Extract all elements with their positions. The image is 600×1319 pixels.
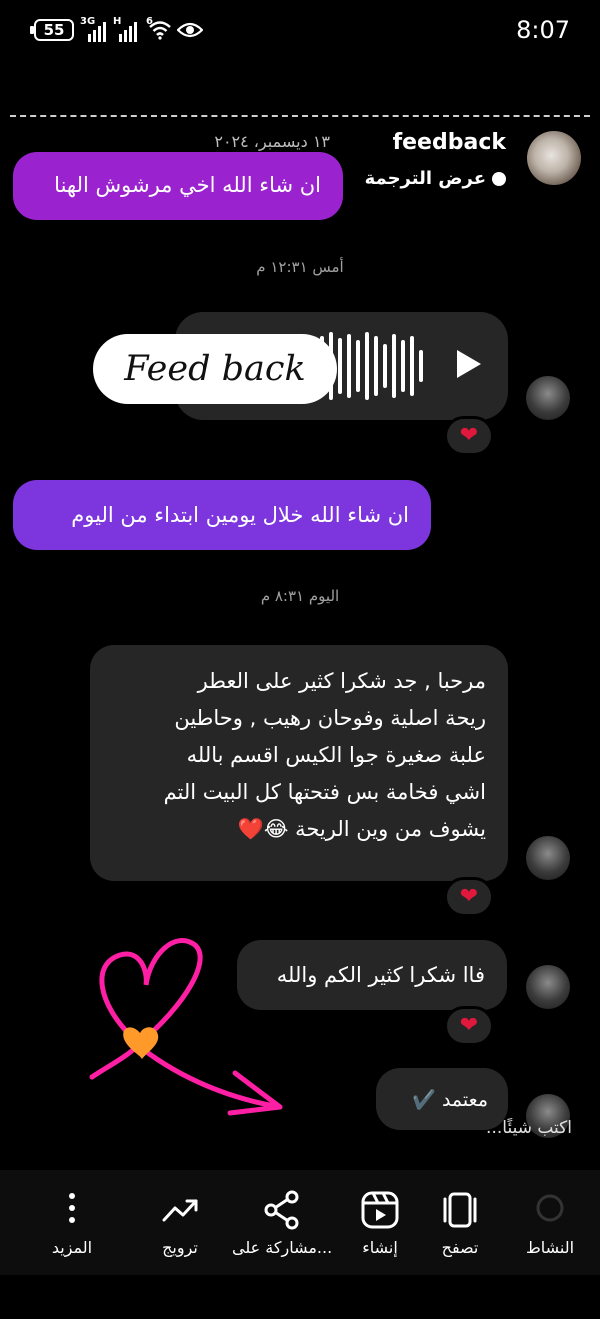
nav-more[interactable]: المزيد xyxy=(22,1188,122,1257)
signal-icon xyxy=(88,16,108,42)
reels-icon xyxy=(361,1191,399,1229)
speech-bubble-icon xyxy=(492,171,506,186)
battery-tip xyxy=(30,26,34,34)
message-line: يشوف من وين الريحة 😂❤️ xyxy=(237,817,486,841)
sender-avatar[interactable] xyxy=(526,965,570,1009)
feedback-sticker: Feed back xyxy=(93,334,337,404)
share-icon xyxy=(264,1190,299,1230)
reaction-heart-badge[interactable]: ❤ xyxy=(444,877,494,917)
nav-create[interactable]: إنشاء xyxy=(330,1188,430,1257)
profile-avatar[interactable] xyxy=(527,131,581,185)
nav-label: ترويج xyxy=(162,1238,198,1257)
trending-up-icon xyxy=(162,1199,198,1222)
activity-icon xyxy=(536,1194,564,1222)
sent-message-bubble[interactable]: ان شاء الله خلال يومين ابتداء من اليوم xyxy=(13,480,431,550)
nav-label: النشاط xyxy=(525,1238,575,1257)
nav-activity[interactable]: النشاط xyxy=(500,1188,600,1257)
heart-icon: ❤ xyxy=(459,884,479,909)
message-text: فاا شكرا كثير الكم والله xyxy=(276,963,485,987)
heart-icon: ❤ xyxy=(459,1013,479,1038)
translate-label: عرض الترجمة xyxy=(364,168,486,189)
sent-message-bubble[interactable]: ان شاء الله اخي مرشوش الهنا xyxy=(13,152,343,220)
message-line: ريحة اصلية وفوحان رهيب , وحاطين xyxy=(174,706,486,730)
message-line: علبة صغيرة جوا الكيس اقسم بالله xyxy=(186,743,486,767)
sender-avatar[interactable] xyxy=(526,836,570,880)
gesture-area xyxy=(0,1275,600,1319)
status-bar: 55 3G H 6 8:07 xyxy=(0,0,600,60)
browse-icon xyxy=(443,1192,477,1228)
received-message-bubble[interactable]: مرحبا , جد شكرا كثير على العطر ريحة اصلي… xyxy=(90,645,508,881)
timestamp-yesterday: أمس ١٢:٣١ م xyxy=(256,258,344,276)
username[interactable]: feedback xyxy=(393,130,506,155)
message-text: ان شاء الله خلال يومين ابتداء من اليوم xyxy=(71,503,409,527)
reaction-heart-badge[interactable]: ❤ xyxy=(444,416,494,456)
more-vertical-icon xyxy=(69,1193,75,1223)
heart-arrow-doodle xyxy=(89,938,283,1116)
nav-share[interactable]: مشاركة على... xyxy=(232,1188,332,1257)
wifi-icon xyxy=(149,21,171,40)
signal-icon-2 xyxy=(119,16,139,42)
message-line: اشي فخامة بس فتحتها كل البيت التم xyxy=(163,780,486,804)
eye-icon xyxy=(177,22,203,38)
nav-label: مشاركة على... xyxy=(232,1238,333,1257)
message-input[interactable]: اكتب شيئًا... xyxy=(486,1118,572,1138)
status-clock: 8:07 xyxy=(516,16,570,44)
nav-label: إنشاء xyxy=(362,1238,398,1257)
heart-icon: ❤ xyxy=(459,423,479,448)
nav-label: المزيد xyxy=(51,1238,93,1257)
nav-promote[interactable]: ترويج xyxy=(130,1188,230,1257)
message-text: معتمد ✔️ xyxy=(412,1089,488,1111)
sender-avatar[interactable] xyxy=(526,376,570,420)
message-date: ١٣ ديسمبر، ٢٠٢٤ xyxy=(214,132,330,151)
message-text: ان شاء الله اخي مرشوش الهنا xyxy=(54,173,321,197)
message-line: مرحبا , جد شكرا كثير على العطر xyxy=(197,669,486,693)
see-translation-button[interactable]: عرض الترجمة xyxy=(365,168,506,189)
battery-icon: 55 xyxy=(34,19,74,41)
reaction-heart-badge[interactable]: ❤ xyxy=(444,1006,494,1046)
timestamp-today: اليوم ٨:٣١ م xyxy=(260,587,340,605)
crop-divider xyxy=(10,115,590,117)
play-icon[interactable] xyxy=(457,350,481,378)
